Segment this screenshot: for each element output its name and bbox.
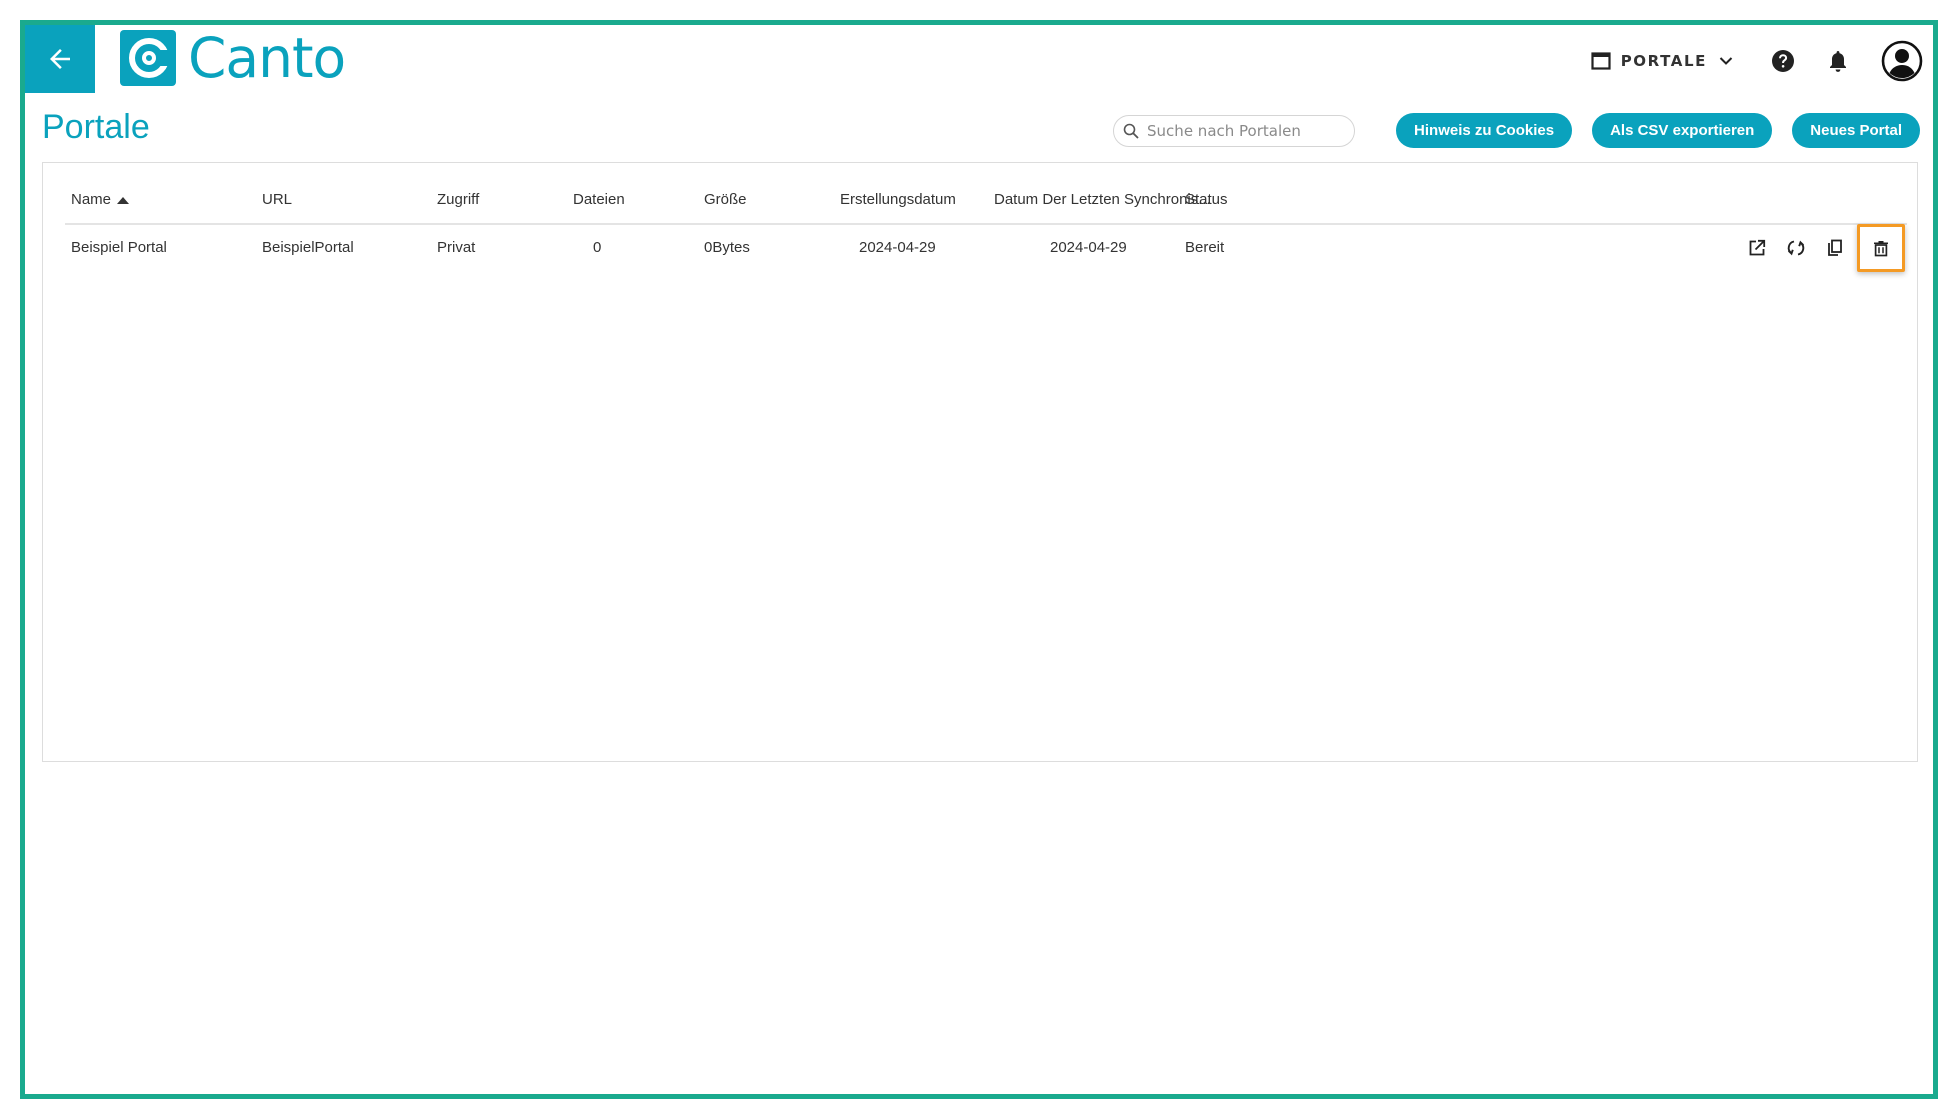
logo-text: Canto	[188, 26, 346, 90]
sync-portal-button[interactable]	[1777, 229, 1815, 267]
sort-ascending-icon	[117, 197, 130, 205]
search-box[interactable]	[1113, 114, 1356, 147]
duplicate-portal-button[interactable]	[1816, 229, 1854, 267]
portals-table: Name URL Zugriff Dateien Größe Erstellun…	[42, 162, 1918, 762]
app-window: Canto PORTALE Portale Suche nach Portale…	[20, 20, 1938, 1099]
column-header-access[interactable]: Zugriff	[437, 191, 479, 208]
user-avatar-button[interactable]	[1881, 40, 1923, 82]
column-header-created[interactable]: Erstellungsdatum	[840, 191, 956, 208]
cell-created: 2024-04-29	[859, 239, 936, 256]
header-divider	[65, 223, 1907, 225]
search-input[interactable]	[1145, 120, 1340, 141]
row-actions	[1738, 223, 1906, 273]
window-icon	[1591, 52, 1611, 70]
page-title: Portale	[42, 108, 150, 146]
canto-logo-icon	[120, 30, 176, 86]
cell-access: Privat	[437, 239, 476, 256]
cell-files: 0	[593, 239, 602, 256]
back-button[interactable]	[25, 25, 95, 93]
new-portal-button[interactable]: Neues Portal	[1792, 113, 1920, 148]
column-header-url[interactable]: URL	[262, 191, 292, 208]
cell-status: Bereit	[1185, 239, 1225, 256]
cell-last-sync: 2024-04-29	[1050, 239, 1127, 256]
column-header-size[interactable]: Größe	[704, 191, 747, 208]
trash-icon	[1874, 241, 1888, 257]
column-header-files[interactable]: Dateien	[573, 191, 625, 208]
help-button[interactable]	[1771, 49, 1795, 73]
portal-switcher-label: PORTALE	[1620, 52, 1707, 70]
chevron-down-icon	[1719, 57, 1733, 65]
arrow-left-icon	[50, 49, 70, 69]
open-portal-button[interactable]	[1738, 229, 1776, 267]
cell-url: BeispielPortal	[262, 239, 354, 256]
help-icon	[1772, 50, 1794, 72]
canto-logo[interactable]: Canto	[120, 26, 346, 90]
column-header-last-sync[interactable]: Datum Der Letzten Synchronis...	[994, 191, 1211, 208]
top-navigation: PORTALE	[1591, 37, 1923, 85]
column-header-status[interactable]: Status	[1185, 191, 1228, 208]
delete-portal-button[interactable]	[1857, 224, 1905, 272]
column-header-name[interactable]: Name	[71, 191, 130, 208]
column-header-label: Name	[71, 191, 112, 208]
search-icon	[1123, 123, 1139, 139]
bell-icon	[1830, 51, 1846, 72]
cookies-notice-button[interactable]: Hinweis zu Cookies	[1396, 113, 1573, 148]
portal-switcher[interactable]: PORTALE	[1591, 52, 1733, 70]
cell-size: 0Bytes	[704, 239, 750, 256]
notifications-button[interactable]	[1827, 49, 1849, 73]
export-csv-button[interactable]: Als CSV exportieren	[1592, 113, 1773, 148]
user-avatar-icon	[1881, 40, 1923, 82]
open-external-icon	[1749, 239, 1766, 256]
cell-name[interactable]: Beispiel Portal	[71, 239, 167, 256]
copy-icon	[1828, 239, 1842, 256]
page-actions: Hinweis zu Cookies Als CSV exportieren N…	[1113, 113, 1920, 148]
sync-icon	[1787, 240, 1805, 256]
